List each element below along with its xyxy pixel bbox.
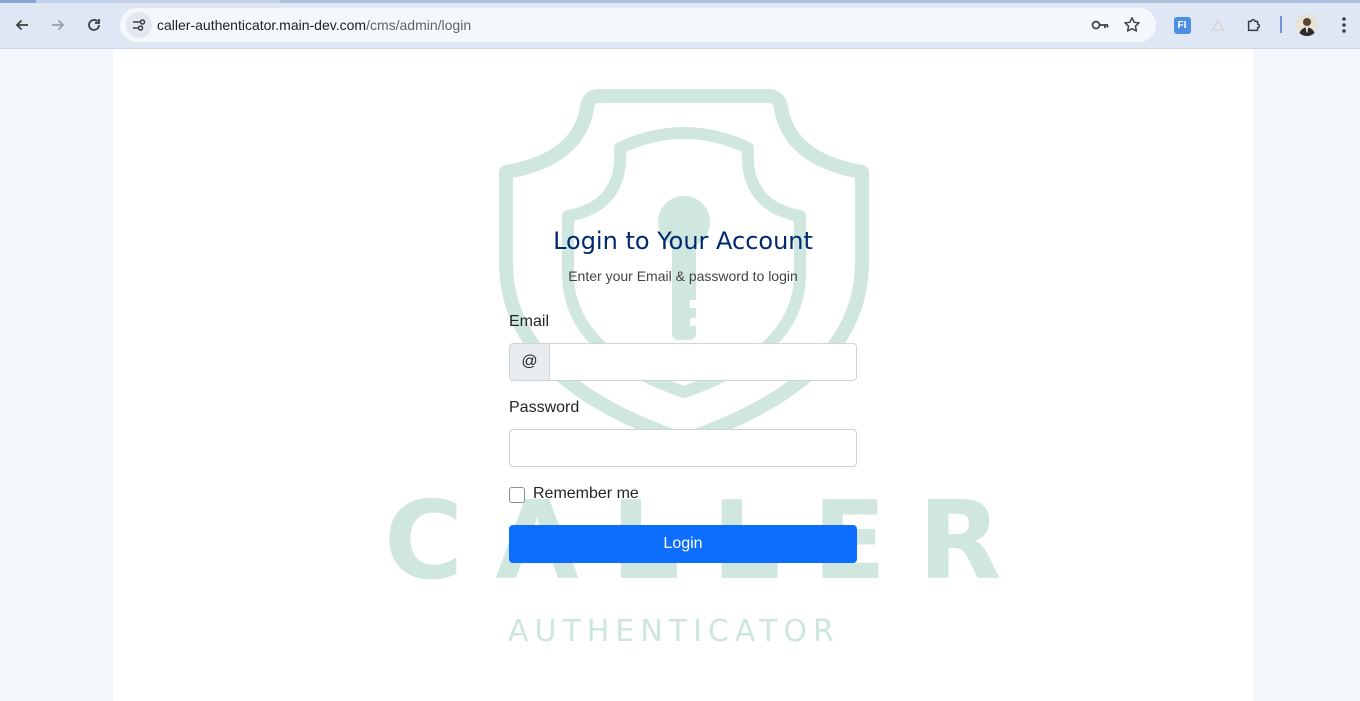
remember-me-checkbox[interactable] <box>509 487 525 503</box>
login-title: Login to Your Account <box>553 227 813 255</box>
password-field[interactable] <box>509 429 857 467</box>
login-button[interactable]: Login <box>509 525 857 563</box>
email-input-group: @ <box>509 343 857 381</box>
login-subtitle: Enter your Email & password to login <box>568 268 798 284</box>
remember-me-label[interactable]: Remember me <box>533 485 639 503</box>
email-label: Email <box>509 313 550 330</box>
watermark-tagline: AUTHENTICATOR <box>508 614 840 649</box>
email-at-addon: @ <box>509 343 549 381</box>
email-field[interactable] <box>549 343 857 381</box>
password-label: Password <box>509 399 580 416</box>
